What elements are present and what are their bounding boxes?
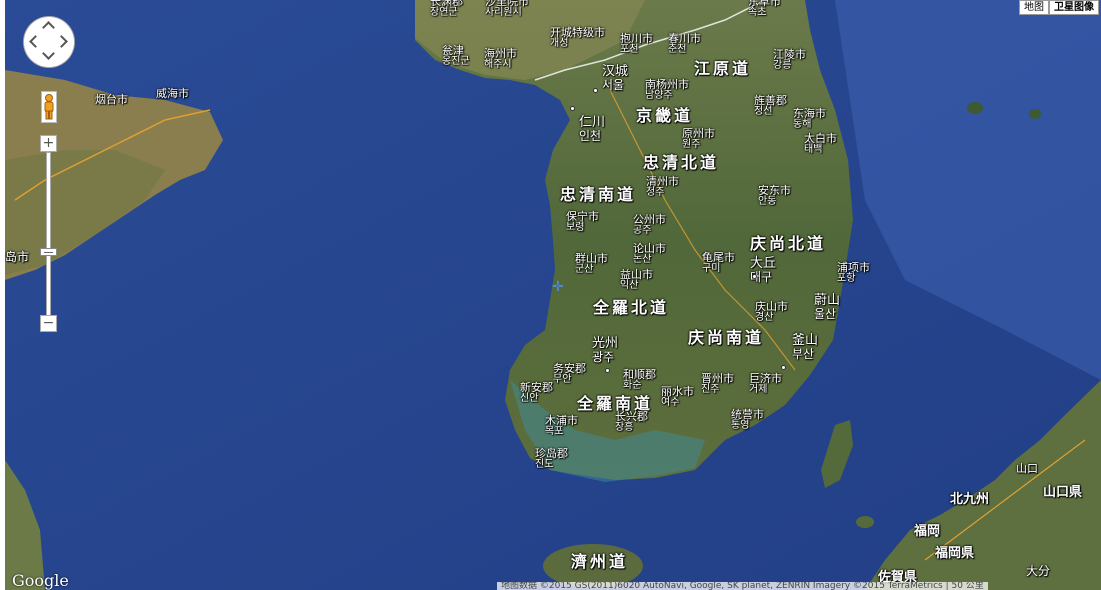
city-label[interactable]: 新安郡 신안 — [520, 382, 553, 404]
city-label[interactable]: 旌善郡 정선 — [754, 95, 787, 117]
city-label[interactable]: 南杨州市 남양주 — [645, 79, 689, 101]
city-label[interactable]: 北九州 — [950, 493, 989, 507]
city-label[interactable]: 海州市 해주시 — [484, 48, 517, 70]
city-label[interactable]: 长兴郡 장흥 — [615, 411, 648, 433]
zoom-in-button[interactable]: + — [40, 135, 57, 152]
city-label[interactable]: 和顺郡 화순 — [623, 369, 656, 391]
city-label[interactable]: 太白市 태백 — [804, 133, 837, 155]
city-label[interactable]: 光州 광주 — [592, 337, 618, 363]
city-label[interactable]: 春川市 춘천 — [668, 33, 701, 55]
city-dot — [593, 88, 598, 93]
city-label[interactable]: 统营市 통영 — [731, 409, 764, 431]
province-label: 忠清南道 — [560, 185, 637, 204]
city-label[interactable]: 珍岛郡 진도 — [535, 448, 568, 470]
city-label[interactable]: 青岛市 — [5, 251, 29, 264]
city-label[interactable]: 长渊郡 장연군 — [430, 0, 463, 18]
map-copyright: 地图数据 ©2015 GS(2011)6020 AutoNavi, Google… — [497, 582, 988, 590]
city-label[interactable]: 浦项市 포항 — [837, 262, 870, 284]
city-label[interactable]: 威海市 — [156, 88, 189, 100]
pan-control[interactable] — [24, 17, 74, 67]
city-label[interactable]: 釜山 부산 — [792, 334, 818, 360]
zoom-slider-track[interactable] — [47, 153, 50, 315]
map-type-satellite-button[interactable]: 卫星图像 — [1049, 0, 1099, 15]
city-dot — [605, 368, 610, 373]
city-dot — [934, 533, 939, 538]
city-label[interactable]: 汉城 서울 — [602, 65, 628, 91]
street-view-pegman-icon[interactable] — [41, 91, 57, 123]
city-label[interactable]: 群山市 군산 — [575, 253, 608, 275]
city-label[interactable]: 清州市 청주 — [646, 176, 679, 198]
city-label[interactable]: 原州市 원주 — [682, 128, 715, 150]
province-label: 京畿道 — [636, 106, 694, 125]
city-label[interactable]: 木浦市 목포 — [545, 415, 578, 437]
city-label[interactable]: 论山市 논산 — [633, 243, 666, 265]
city-label[interactable]: 烟台市 — [95, 94, 128, 106]
province-label: 濟州道 — [571, 552, 629, 571]
city-label[interactable]: 山口 — [1016, 463, 1038, 475]
city-label[interactable]: 福岡県 — [935, 547, 974, 561]
city-dot — [570, 106, 575, 111]
zoom-out-button[interactable]: − — [40, 315, 57, 332]
zoom-slider-handle[interactable] — [40, 248, 57, 256]
city-label[interactable]: 丽水市 여수 — [661, 386, 694, 408]
province-label: 江原道 — [694, 59, 752, 78]
city-label[interactable]: 庆山市 경산 — [755, 301, 788, 323]
city-label[interactable]: 大丘 대구 — [750, 257, 776, 283]
province-label: 忠清北道 — [643, 153, 720, 172]
city-label[interactable]: 蔚山 울산 — [814, 294, 840, 320]
pan-left-icon[interactable] — [29, 35, 42, 48]
city-label[interactable]: 龟尾市 구미 — [702, 252, 735, 274]
city-label[interactable]: 公州市 공주 — [633, 214, 666, 236]
center-crosshair-icon: ✛ — [552, 279, 564, 295]
province-label: 庆尚南道 — [688, 328, 765, 347]
city-label[interactable]: 瓮津 옹진군 — [442, 45, 470, 67]
city-label[interactable]: 务安郡 무안 — [553, 363, 586, 385]
pan-up-icon[interactable] — [42, 21, 55, 34]
map-type-map-button[interactable]: 地图 — [1019, 0, 1049, 15]
city-label[interactable]: 沙里院市 사리원시 — [485, 0, 529, 18]
city-label[interactable]: 晋州市 진주 — [701, 373, 734, 395]
city-label[interactable]: 安东市 안동 — [758, 185, 791, 207]
city-label[interactable]: 江陵市 강릉 — [773, 49, 806, 71]
city-label[interactable]: 东草市 속초 — [748, 0, 781, 18]
city-label[interactable]: 保宁市 보령 — [566, 211, 599, 233]
pan-right-icon[interactable] — [55, 35, 68, 48]
pan-down-icon[interactable] — [42, 47, 55, 60]
province-label: 全羅北道 — [593, 298, 670, 317]
city-label[interactable]: 抱川市 포천 — [620, 33, 653, 55]
google-logo[interactable]: Google — [12, 571, 69, 590]
city-dot — [781, 365, 786, 370]
city-label[interactable]: 开城特级市 개성 — [550, 27, 605, 49]
city-dot — [752, 274, 757, 279]
city-label[interactable]: 大分 — [1026, 565, 1050, 578]
city-label[interactable]: 巨济市 거제 — [749, 373, 782, 395]
city-label[interactable]: 仁川 인천 — [579, 116, 605, 142]
satellite-map[interactable]: 江原道 京畿道 忠清北道 忠清南道 庆尚北道 全羅北道 庆尚南道 全羅南道 濟州… — [5, 0, 1101, 590]
map-type-control: 地图 卫星图像 — [1019, 0, 1099, 15]
city-label[interactable]: 东海市 동해 — [793, 108, 826, 130]
province-label: 庆尚北道 — [750, 234, 827, 253]
city-label[interactable]: 山口県 — [1043, 486, 1082, 500]
city-label[interactable]: 益山市 익산 — [620, 269, 653, 291]
